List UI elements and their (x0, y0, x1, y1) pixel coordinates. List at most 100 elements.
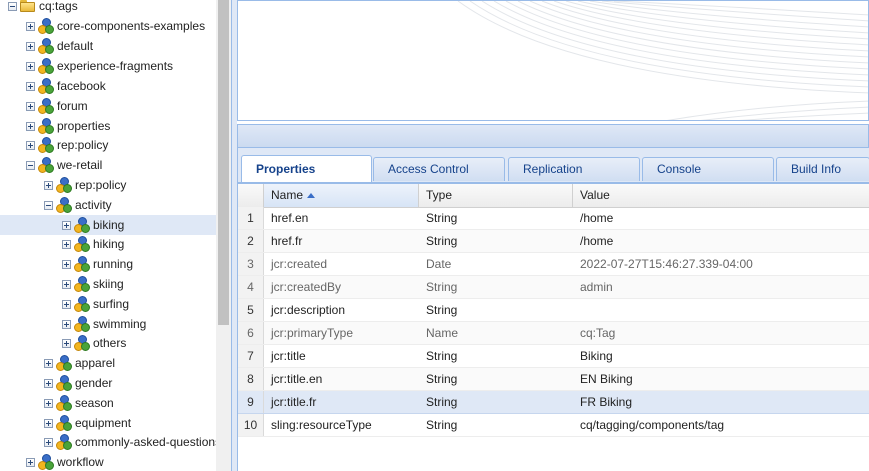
expand-icon[interactable] (26, 61, 35, 71)
tree-node-biking-selected[interactable]: biking (0, 215, 216, 235)
property-value[interactable]: EN Biking (573, 368, 869, 390)
expand-icon[interactable] (44, 418, 53, 428)
tree-node[interactable]: running (62, 254, 133, 274)
table-row[interactable]: 3 jcr:created Date 2022-07-27T15:46:27.3… (238, 253, 869, 276)
tab-build-info[interactable]: Build Info (776, 157, 869, 181)
property-name: jcr:createdBy (271, 280, 342, 294)
tree-node-label: hiking (93, 237, 125, 251)
tree-scrollbar[interactable] (216, 0, 231, 471)
property-value[interactable]: admin (573, 276, 869, 298)
tag-icon (38, 78, 54, 94)
header-type[interactable]: Type (419, 184, 573, 207)
tab-access-control[interactable]: Access Control (373, 157, 505, 181)
content-preview-panel (237, 0, 869, 121)
tree-node[interactable]: commonly-asked-questions (44, 432, 216, 452)
tree-node-we-retail[interactable]: we-retail (26, 155, 102, 175)
tab-strip: Properties Access Control Replication Co… (237, 148, 869, 183)
tree-node[interactable]: apparel (44, 353, 115, 373)
header-name-label: Name (271, 188, 304, 202)
header-value[interactable]: Value (573, 184, 869, 207)
property-value[interactable]: Biking (573, 345, 869, 367)
expand-icon[interactable] (26, 81, 35, 91)
table-row[interactable]: 10 sling:resourceType String cq/tagging/… (238, 414, 869, 437)
row-number: 7 (238, 345, 264, 367)
tree-node-cq-tags[interactable]: cq:tags (8, 0, 78, 16)
scrollbar-thumb[interactable] (218, 0, 229, 325)
property-value[interactable]: cq/tagging/components/tag (573, 414, 869, 436)
expand-icon[interactable] (62, 338, 71, 348)
row-number: 1 (238, 207, 264, 229)
collapse-icon[interactable] (26, 160, 35, 170)
tree-node[interactable]: surfing (62, 294, 129, 314)
table-row[interactable]: 1 href.en String /home (238, 207, 869, 230)
tree-node[interactable]: forum (26, 96, 88, 116)
decorative-wave-lines (457, 1, 868, 120)
tree-node[interactable]: equipment (44, 413, 131, 433)
expand-icon[interactable] (44, 398, 53, 408)
folder-icon (20, 0, 36, 13)
row-number: 2 (238, 230, 264, 252)
tag-icon (56, 177, 72, 193)
properties-grid[interactable]: Name Type Value 1 href.en String /home 2… (237, 184, 869, 471)
tree-node[interactable]: workflow (26, 452, 104, 471)
expand-icon[interactable] (26, 41, 35, 51)
expand-icon[interactable] (26, 21, 35, 31)
tree-node[interactable]: facebook (26, 76, 106, 96)
expand-icon[interactable] (26, 101, 35, 111)
tree-node[interactable]: swimming (62, 314, 146, 334)
expand-icon[interactable] (62, 319, 71, 329)
tag-icon (56, 197, 72, 213)
tree-node[interactable]: properties (26, 116, 110, 136)
tree-node-activity[interactable]: activity (44, 195, 112, 215)
tree-node[interactable]: experience-fragments (26, 56, 173, 76)
tab-replication[interactable]: Replication (508, 157, 640, 181)
collapse-icon[interactable] (44, 200, 53, 210)
property-name: jcr:title (271, 349, 306, 363)
expand-icon[interactable] (62, 259, 71, 269)
property-value[interactable] (573, 299, 869, 321)
expand-icon[interactable] (26, 121, 35, 131)
tree-node[interactable]: rep:policy (26, 135, 108, 155)
table-row[interactable]: 7 jcr:title String Biking (238, 345, 869, 368)
property-value[interactable]: 2022-07-27T15:46:27.339-04:00 (573, 253, 869, 275)
property-value[interactable]: cq:Tag (573, 322, 869, 344)
tab-properties[interactable]: Properties (241, 155, 372, 183)
table-row-selected[interactable]: 9 jcr:title.fr String FR Biking (238, 391, 869, 414)
tree-node[interactable]: default (26, 36, 93, 56)
property-value[interactable]: FR Biking (573, 391, 869, 413)
table-row[interactable]: 8 jcr:title.en String EN Biking (238, 368, 869, 391)
property-value[interactable]: /home (573, 230, 869, 252)
tree-node-label: swimming (93, 317, 147, 331)
expand-icon[interactable] (44, 437, 53, 447)
table-row[interactable]: 4 jcr:createdBy String admin (238, 276, 869, 299)
row-number: 8 (238, 368, 264, 390)
tree-node[interactable]: hiking (62, 234, 124, 254)
tree-node[interactable]: season (44, 393, 114, 413)
expand-icon[interactable] (26, 457, 35, 467)
expand-icon[interactable] (44, 180, 53, 190)
tree-node[interactable]: core-components-examples (26, 16, 205, 36)
tree-node[interactable]: rep:policy (44, 175, 126, 195)
sort-ascending-icon (307, 193, 316, 199)
tree-node[interactable]: others (62, 333, 126, 353)
expand-icon[interactable] (26, 140, 35, 150)
header-name[interactable]: Name (264, 184, 419, 207)
tree-node[interactable]: skiing (62, 274, 124, 294)
collapse-icon[interactable] (8, 1, 17, 11)
property-value[interactable]: /home (573, 207, 869, 229)
tab-console[interactable]: Console (642, 157, 774, 181)
property-name: jcr:primaryType (271, 326, 354, 340)
expand-icon[interactable] (44, 358, 53, 368)
property-type: String (426, 303, 458, 317)
expand-icon[interactable] (62, 220, 71, 230)
expand-icon[interactable] (62, 239, 71, 249)
tree-node[interactable]: gender (44, 373, 112, 393)
repository-tree[interactable]: cq:tags core-components-examples default… (0, 0, 216, 471)
expand-icon[interactable] (62, 279, 71, 289)
table-row[interactable]: 6 jcr:primaryType Name cq:Tag (238, 322, 869, 345)
tag-icon (56, 395, 72, 411)
expand-icon[interactable] (62, 299, 71, 309)
table-row[interactable]: 5 jcr:description String (238, 299, 869, 322)
expand-icon[interactable] (44, 378, 53, 388)
table-row[interactable]: 2 href.fr String /home (238, 230, 869, 253)
